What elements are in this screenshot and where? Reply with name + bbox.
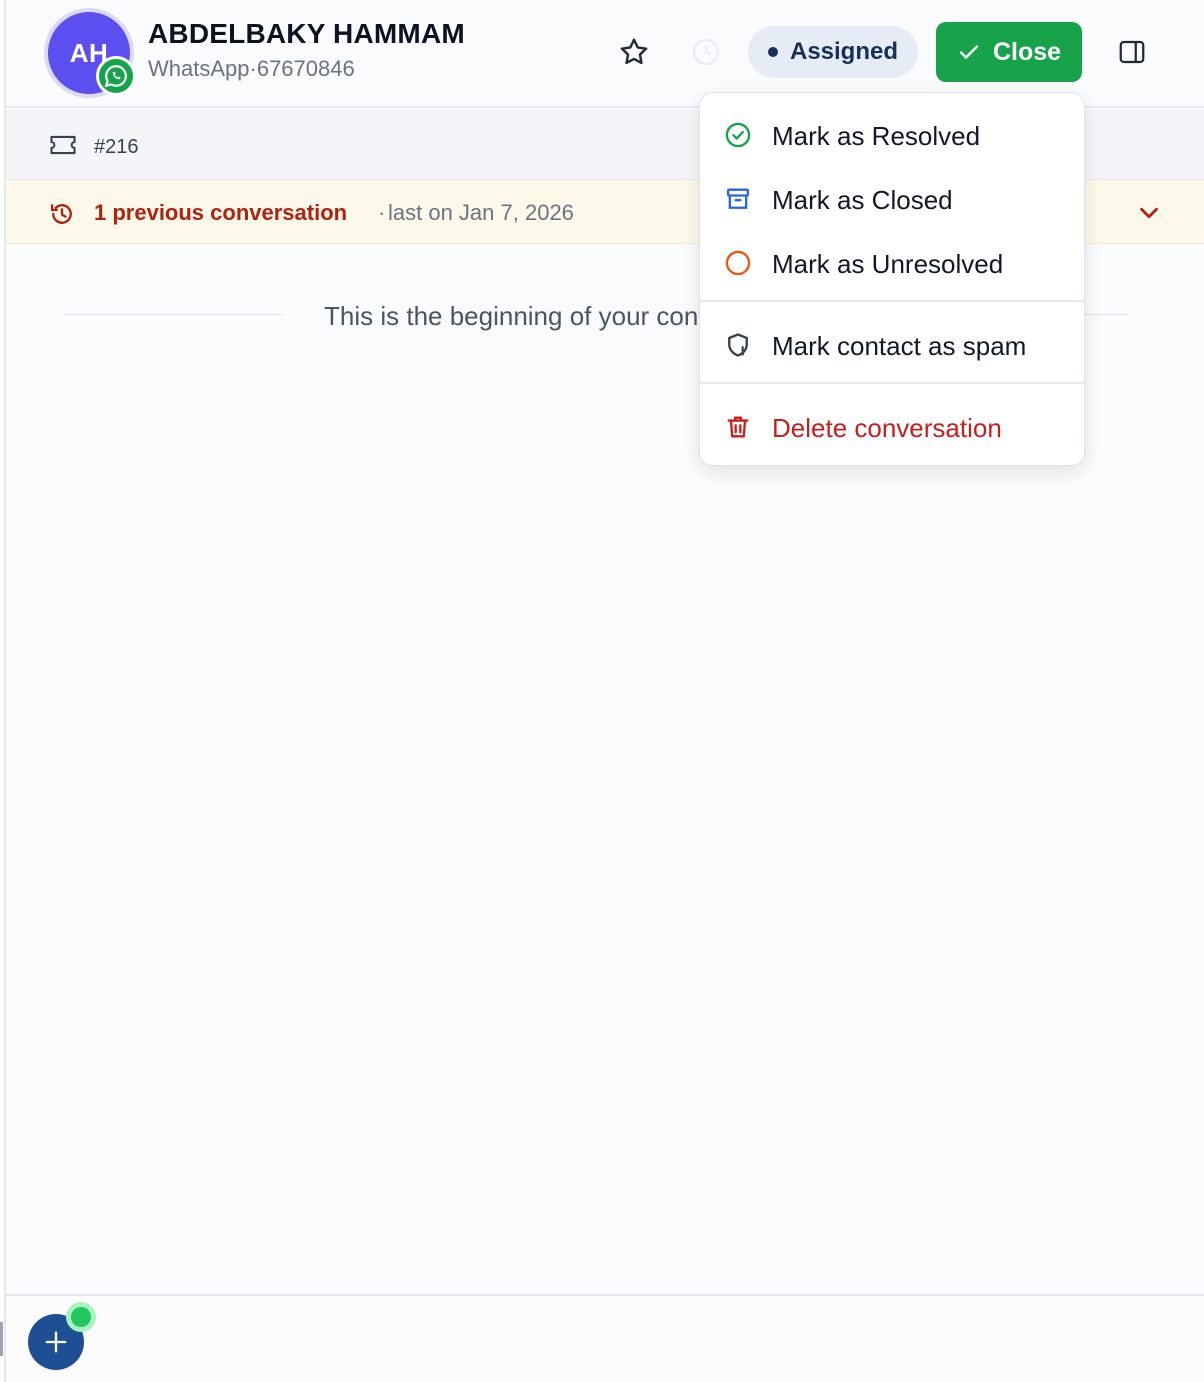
menu-item-label: Mark as Closed [772,185,953,215]
conversation-start-marker: This is the beginning of your conversati… [306,296,706,336]
contact-subtitle: WhatsApp·67670846 [148,56,355,82]
check-circle-icon [724,121,752,149]
history-icon [50,204,72,224]
clock-icon [692,38,720,66]
menu-item-mark-unresolved[interactable]: Mark as Unresolved [700,235,1084,291]
sidebar-panel-icon [1119,40,1145,64]
conversation-panel: AH ABDELBAKY HAMMAM WhatsApp·67670846 As… [4,0,1204,1382]
previous-separator: · [378,200,386,225]
close-label: Close [992,37,1062,66]
divider-left [64,314,282,315]
status-dot [767,47,778,57]
menu-separator [700,300,1084,302]
menu-item-label: Mark as Unresolved [772,249,1004,279]
star-icon [620,38,648,65]
ticket-icon [50,135,76,155]
window-edge [0,1322,3,1356]
menu-item-mark-closed[interactable]: Mark as Closed [700,171,1084,227]
menu-item-delete-conversation[interactable]: Delete conversation [700,399,1084,455]
online-status-dot [66,1302,96,1332]
menu-item-label: Mark contact as spam [772,331,1027,361]
previous-count: 1 previous conversation [94,200,348,225]
whatsapp-icon [96,56,136,96]
ticket-id: #216 [94,136,139,158]
status-dropdown-menu: Mark as Resolved Mark as Closed Mark as … [699,92,1085,466]
close-button[interactable]: Close [936,22,1082,82]
divider-right [1084,314,1128,315]
toggle-sidebar-button[interactable] [1112,32,1152,72]
plus-icon [45,1331,67,1353]
trash-icon [724,413,752,441]
archive-icon [724,185,752,213]
conversation-start-text: This is the beginning of your conversati… [324,300,706,331]
menu-item-mark-resolved[interactable]: Mark as Resolved [700,107,1084,163]
shield-alert-icon [724,331,752,359]
snooze-button[interactable] [686,32,726,72]
contact-phone: 67670846 [256,56,355,81]
menu-item-mark-spam[interactable]: Mark contact as spam [700,317,1084,373]
contact-separator: · [249,56,257,81]
composer-area [6,1296,1204,1382]
status-label: Assigned [789,38,899,65]
check-icon [959,45,979,59]
contact-name: ABDELBAKY HAMMAM [148,18,465,49]
status-badge[interactable]: Assigned [748,26,918,78]
menu-separator [700,382,1084,384]
menu-item-label: Mark as Resolved [772,121,981,151]
previous-last-date: last on Jan 7, 2026 [388,200,574,225]
chevron-down-icon[interactable] [1134,198,1164,228]
circle-icon [724,249,752,277]
star-button[interactable] [614,32,654,72]
contact-channel: WhatsApp [148,56,250,81]
menu-item-label: Delete conversation [772,413,1002,443]
